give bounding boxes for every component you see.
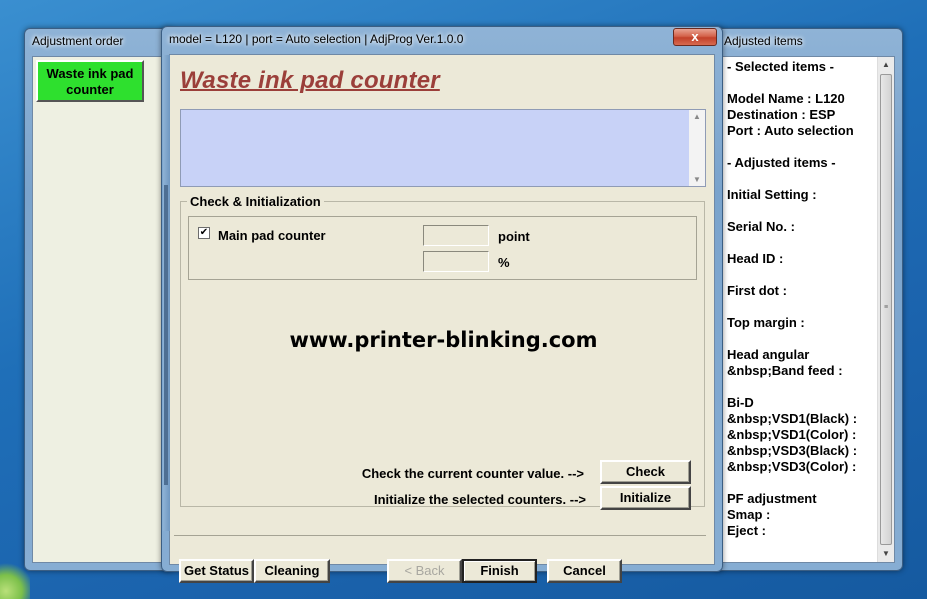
main-window-title: model = L120 | port = Auto selection | A… (169, 32, 464, 46)
scroll-down-icon[interactable]: ▼ (689, 175, 705, 184)
content-frame: Waste ink pad counter ▲ ▼ Check & Initia… (174, 55, 706, 531)
check-initialization-group: Check & Initialization ✔ Main pad counte… (180, 194, 705, 510)
footer-divider (174, 535, 706, 536)
point-value-field (423, 225, 489, 246)
adjusted-item-line (727, 475, 874, 491)
adjusted-items-title: Adjusted items (724, 34, 803, 48)
adjusted-item-line (727, 267, 874, 283)
adjusted-item-line: &nbsp;Band feed : (727, 363, 843, 378)
adjusted-item-line: PF adjustment (727, 491, 817, 506)
scroll-up-icon[interactable]: ▲ (878, 57, 894, 73)
adjusted-item-line: - Adjusted items - (727, 155, 836, 170)
adjustment-order-panel: Waste ink pad counter (32, 56, 166, 563)
adjusted-item-line: Initial Setting : (727, 187, 817, 202)
grip-icon: ≡ (884, 303, 889, 311)
adjustment-order-window: Adjustment order Waste ink pad counter (24, 28, 174, 571)
cancel-button[interactable]: Cancel (547, 559, 622, 583)
adjusted-item-line: Eject : (727, 523, 767, 538)
adjusted-item-line: First dot : (727, 283, 787, 298)
cleaning-button[interactable]: Cleaning (254, 559, 330, 583)
adjusted-item-line (727, 379, 874, 395)
point-unit-label: point (498, 229, 530, 244)
adjprog-main-window: model = L120 | port = Auto selection | A… (161, 26, 723, 583)
adjusted-item-line: &nbsp;VSD1(Black) : (727, 411, 858, 426)
close-icon: x (691, 29, 699, 44)
adjusted-item-line: Head angular (727, 347, 810, 362)
percent-value-field (423, 251, 489, 272)
adjusted-item-line: Destination : ESP (727, 107, 836, 122)
waste-ink-pad-counter-item[interactable]: Waste ink pad counter (36, 60, 144, 102)
main-pad-counter-row: ✔ Main pad counter point % (188, 216, 697, 280)
close-button[interactable]: x (673, 28, 717, 46)
adjusted-item-line: Serial No. : (727, 219, 795, 234)
adjustment-order-title: Adjustment order (32, 34, 124, 48)
adjusted-item-line (727, 331, 874, 347)
check-button[interactable]: Check (600, 460, 691, 484)
group-label: Check & Initialization (187, 194, 324, 209)
adjusted-item-line (727, 171, 874, 187)
adjusted-items-panel: - Selected items - Model Name : L120 Desti… (721, 56, 895, 563)
scroll-down-icon[interactable]: ▼ (878, 546, 894, 562)
adjusted-item-line: Top margin : (727, 315, 805, 330)
adjusted-item-line (727, 139, 874, 155)
adjusted-item-line: Model Name : L120 (727, 91, 845, 106)
adjusted-items-window: Adjusted items - Selected items - Model N… (713, 28, 903, 571)
adjusted-item-line: &nbsp;VSD1(Color) : (727, 427, 857, 442)
adjusted-item-line: &nbsp;VSD3(Black) : (727, 443, 858, 458)
adjusted-item-line: Bi-D (727, 395, 754, 410)
initialize-instruction: Initialize the selected counters. --> (373, 492, 586, 507)
back-button[interactable]: < Back (387, 559, 462, 583)
scroll-thumb[interactable]: ≡ (880, 74, 892, 545)
main-pad-counter-checkbox[interactable]: ✔ (198, 227, 210, 239)
finish-button[interactable]: Finish (462, 559, 537, 583)
adjusted-item-line (727, 203, 874, 219)
watermark-text: www.printer-blinking.com (289, 328, 598, 352)
message-scrollbar[interactable]: ▲ ▼ (689, 110, 705, 186)
splitter-strip (163, 55, 170, 531)
main-dialog: Waste ink pad counter ▲ ▼ Check & Initia… (163, 54, 715, 583)
adjusted-item-line (727, 75, 874, 91)
adjusted-item-line: Port : Auto selection (727, 123, 854, 138)
initialize-button[interactable]: Initialize (600, 486, 691, 510)
adjusted-item-line (727, 299, 874, 315)
adjusted-item-line (727, 235, 874, 251)
page-title: Waste ink pad counter (180, 67, 440, 94)
adjusted-item-line: Head ID : (727, 251, 784, 266)
adjusted-items-scrollbar[interactable]: ▲ ≡ ▼ (877, 57, 894, 562)
adjusted-item-line: Smap : (727, 507, 771, 522)
adjusted-items-list: - Selected items - Model Name : L120 Desti… (727, 59, 874, 562)
get-status-button[interactable]: Get Status (179, 559, 254, 583)
scroll-up-icon[interactable]: ▲ (689, 112, 705, 121)
main-pad-counter-label: Main pad counter (218, 228, 326, 243)
message-textarea[interactable]: ▲ ▼ (180, 109, 706, 187)
percent-unit-label: % (498, 255, 510, 270)
adjusted-item-line: &nbsp;VSD3(Color) : (727, 459, 857, 474)
check-instruction: Check the current counter value. --> (361, 466, 584, 481)
adjusted-item-line: - Selected items - (727, 59, 834, 74)
